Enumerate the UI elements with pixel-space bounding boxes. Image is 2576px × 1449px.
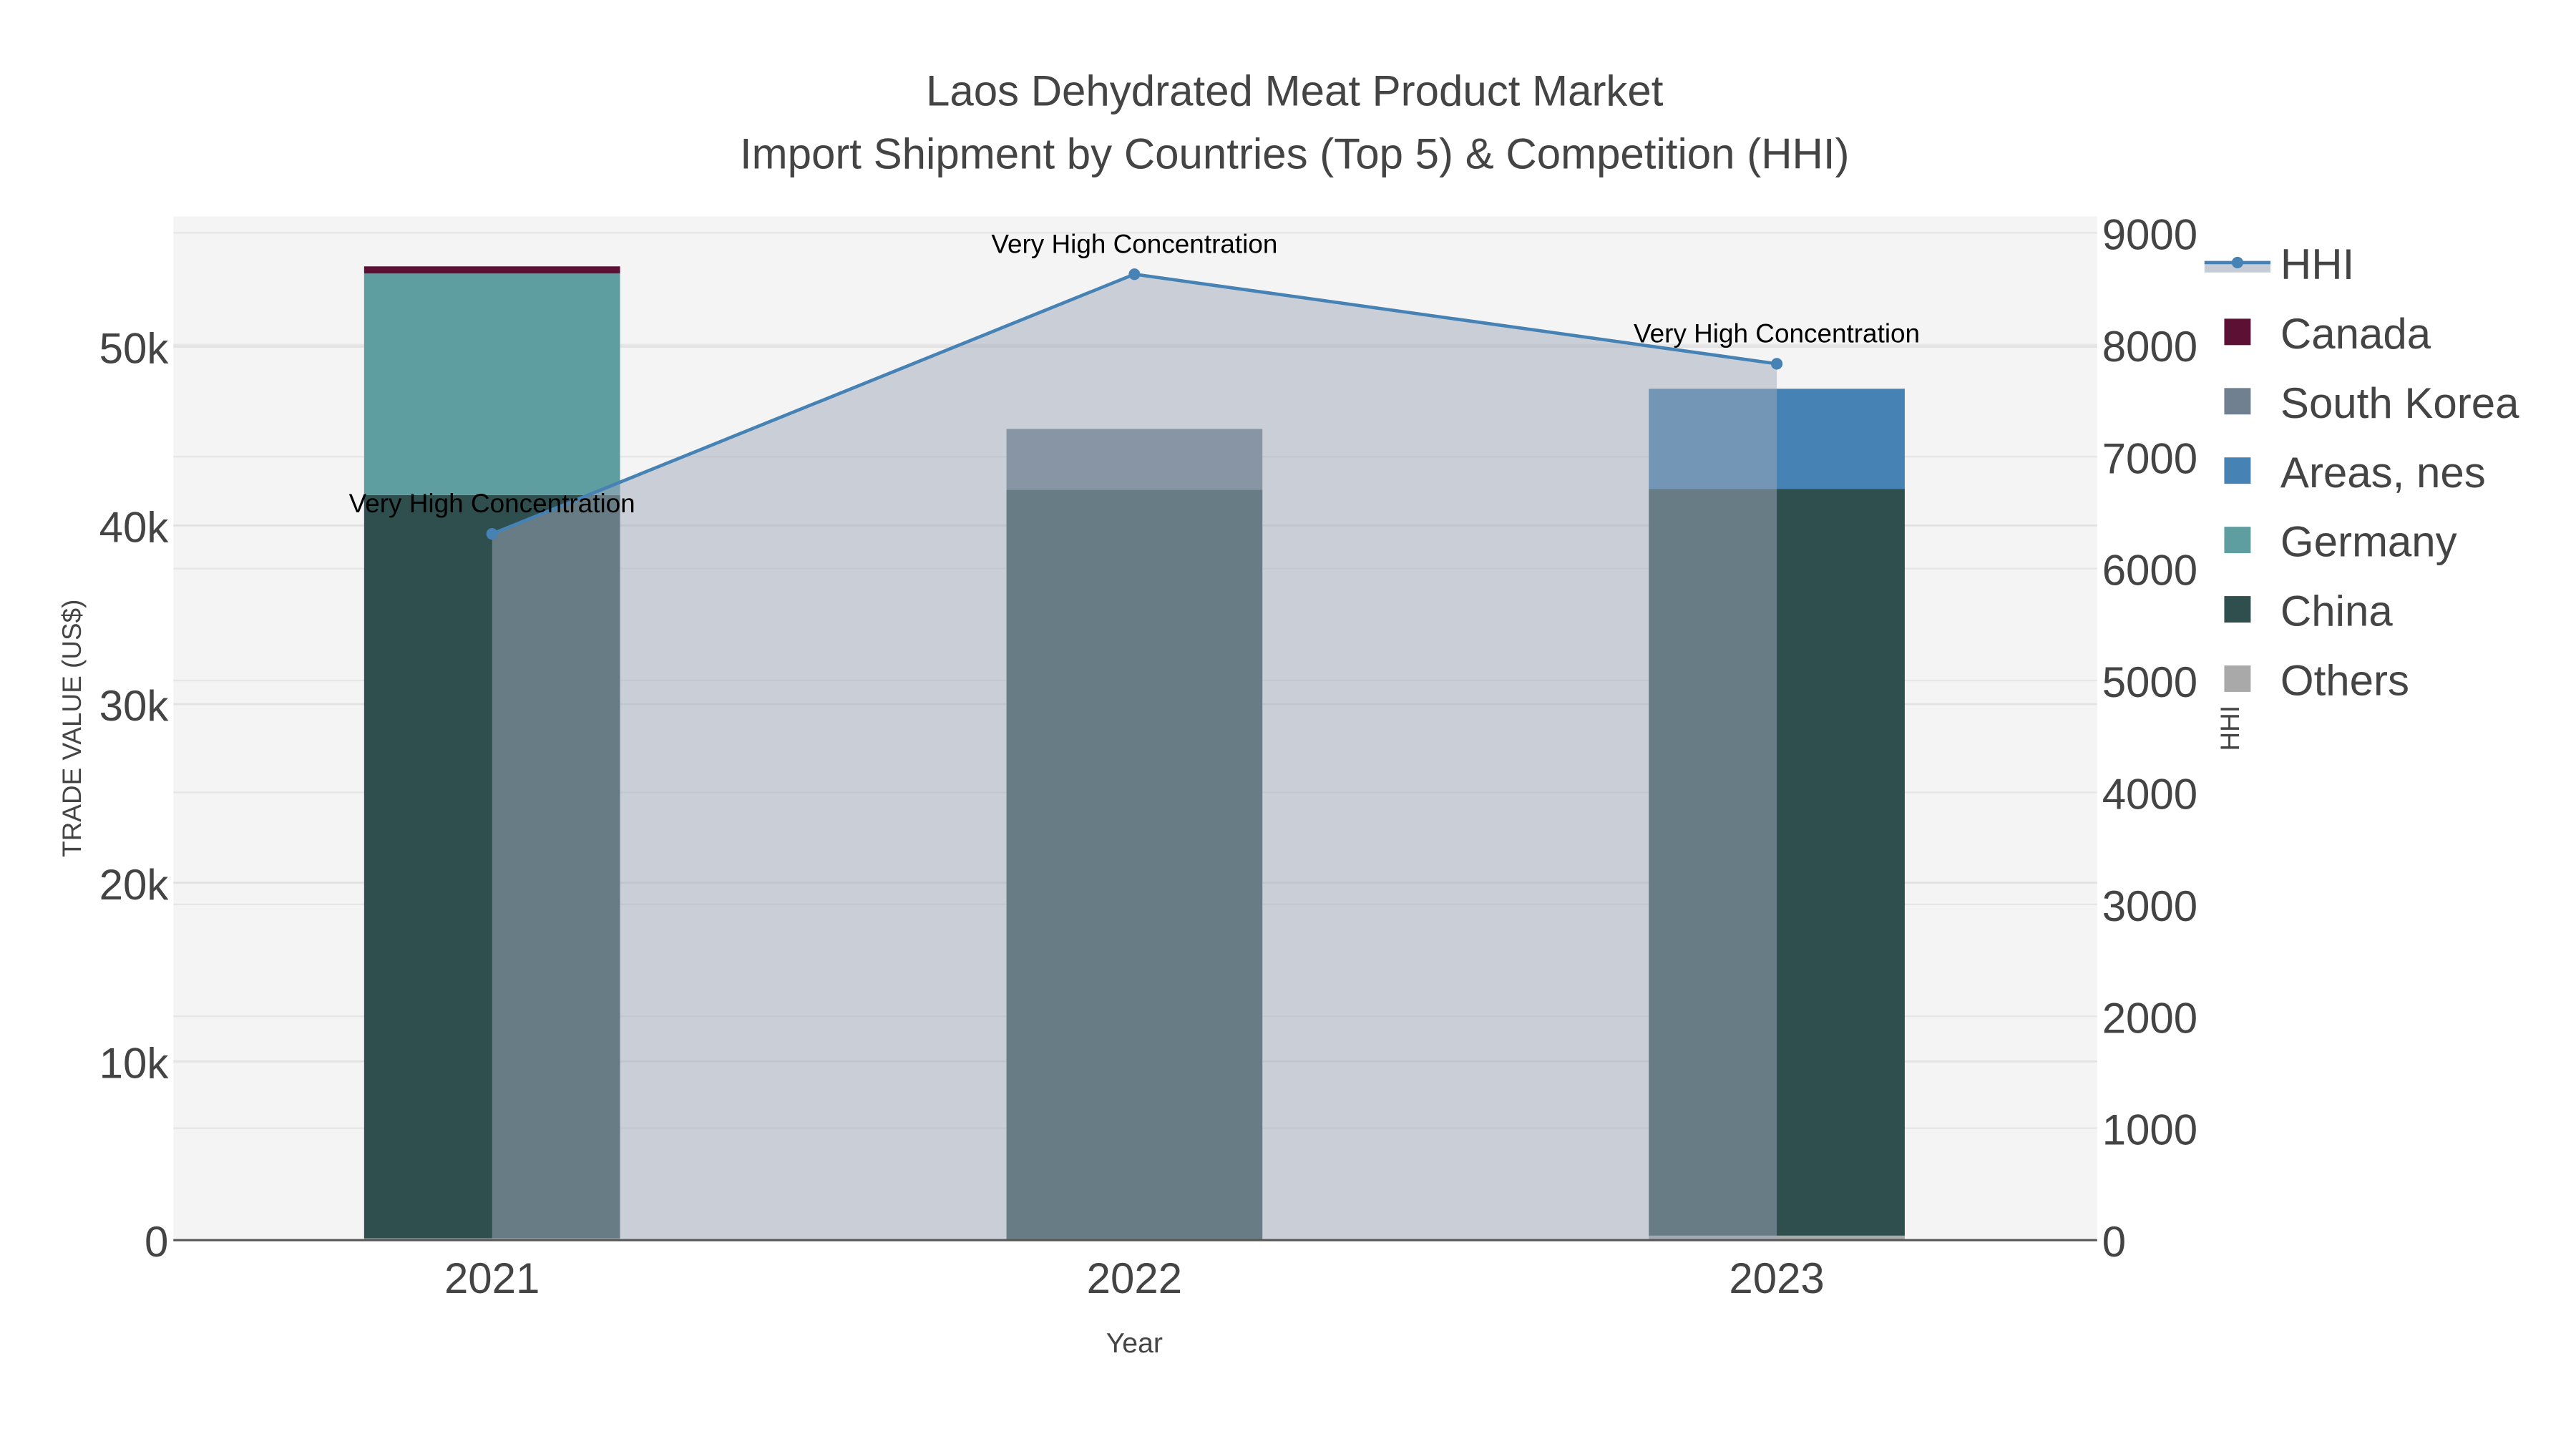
y2-axis-label: HHI [2215,706,2245,751]
chart: Laos Dehydrated Meat Product Market Impo… [57,67,2519,1359]
x-tick-label: 2023 [1729,1254,1824,1302]
y-tick-label: 40k [99,503,170,551]
bar-germany-2021 [364,273,620,495]
legend-label-hhi: HHI [2280,240,2354,288]
y2-tick-label: 5000 [2102,658,2197,706]
y-tick-label: 50k [99,325,170,373]
chart-title: Laos Dehydrated Meat Product Market [926,67,1664,115]
hhi-annotation: Very High Concentration [349,489,635,518]
y-tick-label: 30k [99,682,170,730]
y-tick-label: 0 [145,1218,168,1266]
hhi-point [1771,358,1783,370]
legend-label-germany: Germany [2280,518,2457,566]
legend-label-south-korea: South Korea [2280,379,2519,427]
hhi-point [486,528,498,540]
y-axis-label: TRADE VALUE (US$) [57,600,87,857]
x-tick-label: 2021 [444,1254,540,1302]
y2-tick-label: 9000 [2102,210,2197,258]
y2-tick-label: 8000 [2102,323,2197,371]
legend-label-others: Others [2280,657,2409,705]
legend-label-areas-nes: Areas, nes [2280,449,2486,497]
legend-swatch-canada [2224,318,2251,346]
legend-label-canada: Canada [2280,310,2431,358]
y2-tick-label: 0 [2102,1218,2126,1266]
x-tick-label: 2022 [1087,1254,1182,1302]
legend-swatch-south-korea [2224,388,2251,415]
chart-subtitle: Import Shipment by Countries (Top 5) & C… [740,130,1850,177]
legend-swatch-china [2224,596,2251,623]
y2-tick-label: 6000 [2102,547,2197,595]
y2-tick-label: 3000 [2102,882,2197,930]
y-tick-label: 10k [99,1039,170,1087]
y2-tick-label: 1000 [2102,1106,2197,1154]
y2-tick-label: 7000 [2102,434,2197,482]
bar-canada-2021 [364,266,620,274]
legend-hhi-marker [2231,256,2243,268]
legend-swatch-areas-nes [2224,457,2251,484]
x-axis-label: Year [1106,1327,1163,1359]
hhi-point [1128,268,1141,280]
legend-swatch-germany [2224,527,2251,554]
hhi-annotation: Very High Concentration [991,229,1277,258]
y2-tick-label: 4000 [2102,771,2197,819]
legend-swatch-others [2224,665,2251,692]
y-tick-label: 20k [99,861,170,909]
legend-label-china: China [2280,587,2393,635]
y2-tick-label: 2000 [2102,994,2197,1042]
hhi-annotation: Very High Concentration [1634,318,1920,348]
